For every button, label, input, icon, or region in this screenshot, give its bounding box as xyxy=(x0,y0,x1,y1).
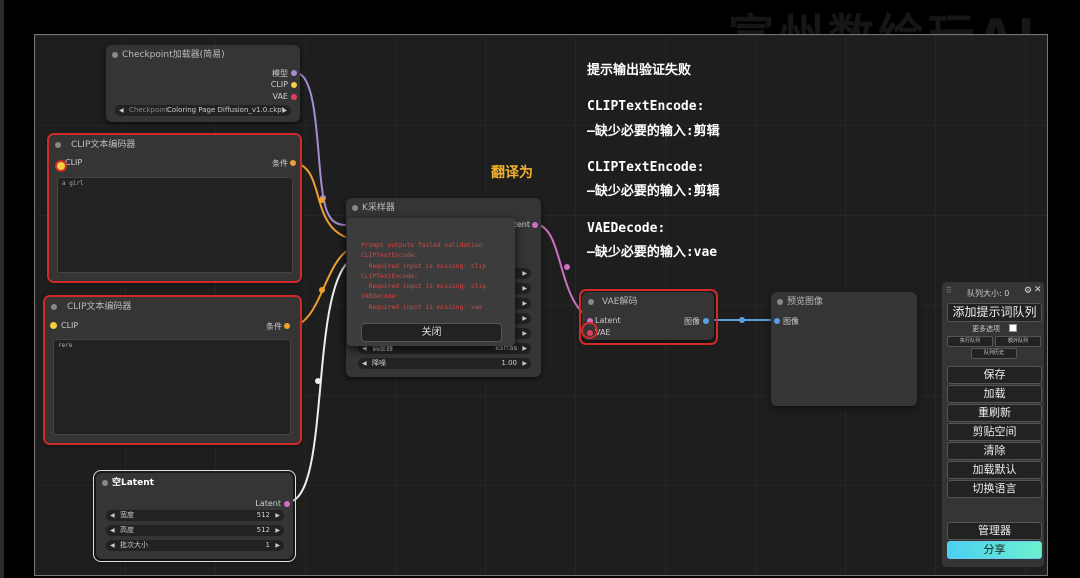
input-image-label: 图像 xyxy=(783,317,799,326)
more-options-label: 更多选项 xyxy=(972,325,1000,333)
annotation-head-1: CLIPTextEncode: xyxy=(587,99,705,114)
execute-queue-button[interactable]: 执行队列 xyxy=(947,336,993,347)
node-title: 预览图像 xyxy=(771,292,917,312)
output-vae-label: VAE xyxy=(272,92,289,101)
output-model-port[interactable] xyxy=(291,70,297,76)
error-line: Prompt outputs failed validation xyxy=(361,242,483,249)
arrow-right-icon[interactable]: ▶ xyxy=(522,283,527,294)
error-message: Prompt outputs failed validation CLIPTex… xyxy=(361,241,486,313)
switch-language-button[interactable]: 切换语言 xyxy=(947,480,1042,498)
error-line: CLIPTextEncode: xyxy=(361,252,418,260)
denoise-label: 降噪 xyxy=(372,359,386,367)
output-model-label: 模型 xyxy=(272,69,288,78)
output-clip-port[interactable] xyxy=(291,82,297,88)
input-image-port[interactable] xyxy=(774,318,780,324)
clear-button[interactable]: 清除 xyxy=(947,442,1042,460)
error-line: CLIPTextEncode: xyxy=(361,272,418,280)
clip-node-1-highlight xyxy=(47,133,302,283)
translate-label: 翻译为 xyxy=(491,165,533,181)
annotation-title: 提示输出验证失败 xyxy=(587,63,692,78)
vae-node-highlight xyxy=(579,289,718,345)
clip2-input-port[interactable] xyxy=(50,322,57,329)
refresh-button[interactable]: 重刷新 xyxy=(947,404,1042,422)
annotation-body-2: —缺少必要的输入:剪辑 xyxy=(587,184,720,199)
queue-side-panel: ⠿ 队列大小: 0 ⚙ ✕ 添加提示词队列 更多选项 执行队列 额外队列 队列历… xyxy=(942,282,1044,567)
add-queue-button[interactable]: 添加提示词队列 xyxy=(947,303,1042,322)
denoise-value: 1.00 xyxy=(501,359,517,367)
annotation-body-3: —缺少必要的输入:vae xyxy=(587,245,718,260)
extra-queue-button[interactable]: 额外队列 xyxy=(995,336,1041,347)
clip-node-2-highlight xyxy=(43,295,302,445)
gear-icon[interactable]: ⚙ xyxy=(1024,286,1032,296)
annotation-head-2: CLIPTextEncode: xyxy=(587,160,705,175)
error-line: VAEDecode: xyxy=(361,293,399,301)
node-title: Checkpoint加载器(简易) xyxy=(106,45,300,65)
output-clip-label: CLIP xyxy=(270,80,288,89)
arrow-left-icon[interactable]: ◀ xyxy=(119,105,124,116)
clip1-input-port[interactable] xyxy=(55,160,67,172)
arrow-right-icon[interactable]: ▶ xyxy=(522,313,527,324)
arrow-right-icon[interactable]: ▶ xyxy=(282,105,287,116)
node-title: K采样器 xyxy=(346,198,541,218)
drag-handle-icon[interactable]: ⠿ xyxy=(946,286,952,295)
ckpt-value: Coloring Page Diffusion_v1.0.ckpt xyxy=(167,106,285,114)
close-icon[interactable]: ✕ xyxy=(1034,285,1042,295)
arrow-right-icon[interactable]: ▶ xyxy=(522,298,527,309)
arrow-right-icon[interactable]: ▶ xyxy=(522,328,527,339)
denoise-widget[interactable]: ◀ 降噪 1.00 ▶ xyxy=(358,358,531,369)
empty-latent-highlight xyxy=(93,470,296,562)
load-default-button[interactable]: 加载默认 xyxy=(947,461,1042,479)
save-button[interactable]: 保存 xyxy=(947,366,1042,384)
arrow-right-icon[interactable]: ▶ xyxy=(522,358,527,369)
vae-input-highlight xyxy=(581,322,598,339)
error-dialog: Prompt outputs failed validation CLIPTex… xyxy=(347,218,515,346)
checkpoint-loader-node[interactable]: Checkpoint加载器(简易) 模型 CLIP VAE ◀ Checkpoi… xyxy=(106,45,300,122)
annotation-head-3: VAEDecode: xyxy=(587,221,666,236)
clipspace-button[interactable]: 剪贴空间 xyxy=(947,423,1042,441)
ckpt-name-selector[interactable]: ◀ Checkpoint Coloring Page Diffusion_v1.… xyxy=(115,105,291,116)
preview-image-node[interactable]: 预览图像 图像 xyxy=(771,292,917,406)
annotation-body-1: —缺少必要的输入:剪辑 xyxy=(587,124,720,139)
more-options-checkbox[interactable] xyxy=(1009,324,1017,332)
share-button[interactable]: 分享 xyxy=(947,541,1042,559)
error-line: - Required input is missing: clip xyxy=(361,283,487,291)
arrow-left-icon[interactable]: ◀ xyxy=(362,358,367,369)
error-line: - Required input is missing: vae xyxy=(361,303,483,311)
close-button[interactable]: 关闭 xyxy=(361,323,502,342)
output-vae-port[interactable] xyxy=(291,94,297,100)
error-line: - Required input is missing: clip xyxy=(361,262,487,270)
load-button[interactable]: 加载 xyxy=(947,385,1042,403)
arrow-right-icon[interactable]: ▶ xyxy=(522,268,527,279)
ckpt-label: Checkpoint xyxy=(129,106,169,114)
output-latent-port[interactable] xyxy=(532,222,538,228)
manager-button[interactable]: 管理器 xyxy=(947,522,1042,540)
queue-size-label: 队列大小: 0 xyxy=(967,289,1010,298)
arrow-right-icon[interactable]: ▶ xyxy=(522,343,527,354)
queue-history-button[interactable]: 队列历史 xyxy=(971,348,1017,359)
